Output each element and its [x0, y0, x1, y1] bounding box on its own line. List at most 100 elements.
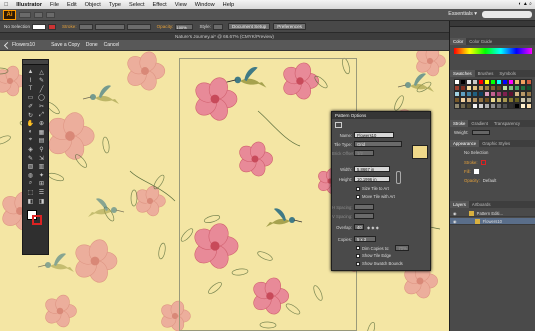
- appearance-stroke-row[interactable]: Stroke:: [450, 160, 535, 165]
- scale-tool-icon[interactable]: ⤢: [37, 111, 46, 119]
- menu-effect[interactable]: Effect: [149, 2, 171, 8]
- constrain-proportions-link-icon[interactable]: [396, 171, 401, 184]
- workspace-switcher[interactable]: Essentials ▾: [448, 11, 477, 17]
- tile-type-select[interactable]: Grid: [354, 141, 402, 147]
- done-button[interactable]: Done: [86, 42, 98, 48]
- color-swatch[interactable]: [526, 103, 532, 109]
- rotate-tool-icon[interactable]: ↻: [26, 111, 35, 119]
- menu-edit[interactable]: Edit: [63, 2, 81, 8]
- size-tile-to-art-checkbox[interactable]: [356, 186, 360, 191]
- dock-header[interactable]: [450, 21, 535, 27]
- weight-input[interactable]: [471, 130, 490, 135]
- brick-offset-select[interactable]: 1/2: [354, 150, 374, 156]
- cancel-button[interactable]: Cancel: [104, 42, 120, 48]
- tab-symbols[interactable]: Symbols: [496, 70, 518, 77]
- opacity-field[interactable]: 100%: [175, 23, 194, 30]
- shape-builder-tool-icon[interactable]: ⊕: [37, 120, 46, 128]
- column-graph-tool-icon[interactable]: ▧: [26, 163, 35, 171]
- help-search-input[interactable]: [482, 11, 532, 18]
- stroke-swatch[interactable]: [48, 23, 57, 30]
- menu-window[interactable]: Window: [191, 2, 219, 8]
- paintbrush-tool-icon[interactable]: ✎: [26, 154, 35, 162]
- stroke-color-box[interactable]: [32, 215, 42, 225]
- pattern-name-input[interactable]: Flowers10: [354, 132, 394, 138]
- ellipse-tool-icon[interactable]: ◯: [37, 94, 46, 102]
- preferences-button[interactable]: Preferences: [273, 23, 306, 30]
- menu-file[interactable]: File: [46, 2, 63, 8]
- dim-copies-checkbox[interactable]: [356, 246, 360, 250]
- pencil-tool-icon[interactable]: ✐: [26, 102, 35, 110]
- rectangle-tool-icon[interactable]: ▭: [26, 94, 35, 102]
- appearance-fill-swatch[interactable]: [473, 169, 479, 174]
- tab-layers[interactable]: Layers: [450, 201, 469, 208]
- tab-transparency[interactable]: Transparency: [491, 120, 523, 127]
- slice-tool-icon[interactable]: ▥: [37, 163, 46, 171]
- tab-brushes[interactable]: Brushes: [475, 70, 497, 77]
- fill-swatch[interactable]: [32, 23, 47, 30]
- tab-graphic-styles[interactable]: Graphic Styles: [479, 140, 513, 147]
- blend-tool-icon[interactable]: ▤: [37, 137, 46, 145]
- document-tab[interactable]: Nature's Journey.ai* @ 66.67% (CMYK/Prev…: [0, 33, 449, 40]
- overlap-buttons-icon[interactable]: ◆ ◆ ◆: [367, 225, 379, 230]
- dim-copies-select[interactable]: 70%: [395, 245, 410, 251]
- opacity-label[interactable]: Opacity:: [157, 24, 174, 29]
- width-input[interactable]: 5.8667 in: [354, 166, 390, 172]
- tab-appearance[interactable]: Appearance: [450, 140, 480, 147]
- back-arrow-icon[interactable]: [3, 41, 12, 49]
- line-tool-icon[interactable]: ╱: [37, 85, 46, 93]
- layer-row-pattern-editing[interactable]: ◉ Pattern Editi...: [450, 210, 535, 217]
- document-setup-button[interactable]: Document Setup: [227, 23, 271, 30]
- appearance-opacity-row[interactable]: Opacity: Default: [450, 178, 535, 183]
- free-transform-tool-icon[interactable]: ⇲: [37, 154, 46, 162]
- move-tile-with-art-checkbox[interactable]: [356, 194, 360, 199]
- menu-select[interactable]: Select: [125, 2, 149, 8]
- height-input[interactable]: 10.1996 in: [354, 176, 390, 182]
- type-tool-icon[interactable]: T: [26, 85, 35, 93]
- pen-tool-icon[interactable]: ✎: [37, 77, 46, 85]
- tab-color-guide[interactable]: Color Guide: [466, 38, 495, 45]
- live-paint-selection-tool-icon[interactable]: ◨: [37, 197, 46, 205]
- tile-tool-button[interactable]: [335, 122, 342, 128]
- magic-wand-tool-icon[interactable]: ⌇: [26, 77, 35, 85]
- style-select[interactable]: [212, 23, 223, 30]
- stroke-weight-field[interactable]: [78, 23, 93, 30]
- hand-tool-icon[interactable]: ✋: [26, 120, 35, 128]
- h-spacing-input[interactable]: [354, 204, 374, 210]
- tab-stroke[interactable]: Stroke: [450, 120, 469, 127]
- arrange-documents-button[interactable]: [34, 11, 43, 18]
- tab-swatches[interactable]: Swatches: [450, 70, 475, 77]
- color-spectrum[interactable]: [454, 48, 532, 54]
- show-tile-edge-checkbox[interactable]: [356, 253, 360, 258]
- menu-view[interactable]: View: [171, 2, 191, 8]
- mesh-tool-icon[interactable]: ▦: [37, 128, 46, 136]
- tools-panel-header[interactable]: [23, 60, 48, 65]
- menu-help[interactable]: Help: [219, 2, 239, 8]
- artboard-tool-icon[interactable]: ⚲: [37, 145, 46, 153]
- v-spacing-input[interactable]: [354, 213, 374, 219]
- menu-type[interactable]: Type: [105, 2, 125, 8]
- eraser-tool-icon[interactable]: ⬚: [26, 188, 35, 196]
- tab-color[interactable]: Color: [450, 38, 467, 45]
- selection-tool-icon[interactable]: ▲: [26, 68, 35, 76]
- copies-select[interactable]: 5 x 3: [354, 236, 376, 242]
- screen-mode-button[interactable]: [46, 11, 55, 18]
- tab-artboards[interactable]: Artboards: [469, 201, 494, 208]
- apple-icon[interactable]: : [0, 2, 12, 8]
- zoom-tool-icon[interactable]: ⌕: [26, 180, 35, 188]
- tab-gradient[interactable]: Gradient: [468, 120, 490, 127]
- blob-brush-tool-icon[interactable]: ◍: [26, 171, 35, 179]
- visibility-eye-icon[interactable]: ◉: [453, 219, 457, 224]
- layer-row-flowers10[interactable]: ◉ Flowers10: [450, 218, 535, 225]
- perspective-grid-tool-icon[interactable]: ⊞: [37, 180, 46, 188]
- show-swatch-bounds-checkbox[interactable]: [356, 261, 360, 266]
- save-copy-button[interactable]: Save a Copy: [51, 42, 80, 48]
- eyedropper-tool-icon[interactable]: ⌖: [26, 137, 35, 145]
- visibility-eye-icon[interactable]: ◉: [453, 211, 457, 216]
- pattern-options-title[interactable]: Pattern Options: [332, 112, 430, 119]
- lasso-tool-icon[interactable]: ✦: [37, 171, 46, 179]
- gradient-tool-icon[interactable]: ◐: [26, 128, 35, 136]
- variable-width-select[interactable]: [94, 23, 125, 30]
- width-tool-icon[interactable]: ☰: [37, 188, 46, 196]
- scissors-tool-icon[interactable]: ✂: [37, 102, 46, 110]
- menu-object[interactable]: Object: [81, 2, 105, 8]
